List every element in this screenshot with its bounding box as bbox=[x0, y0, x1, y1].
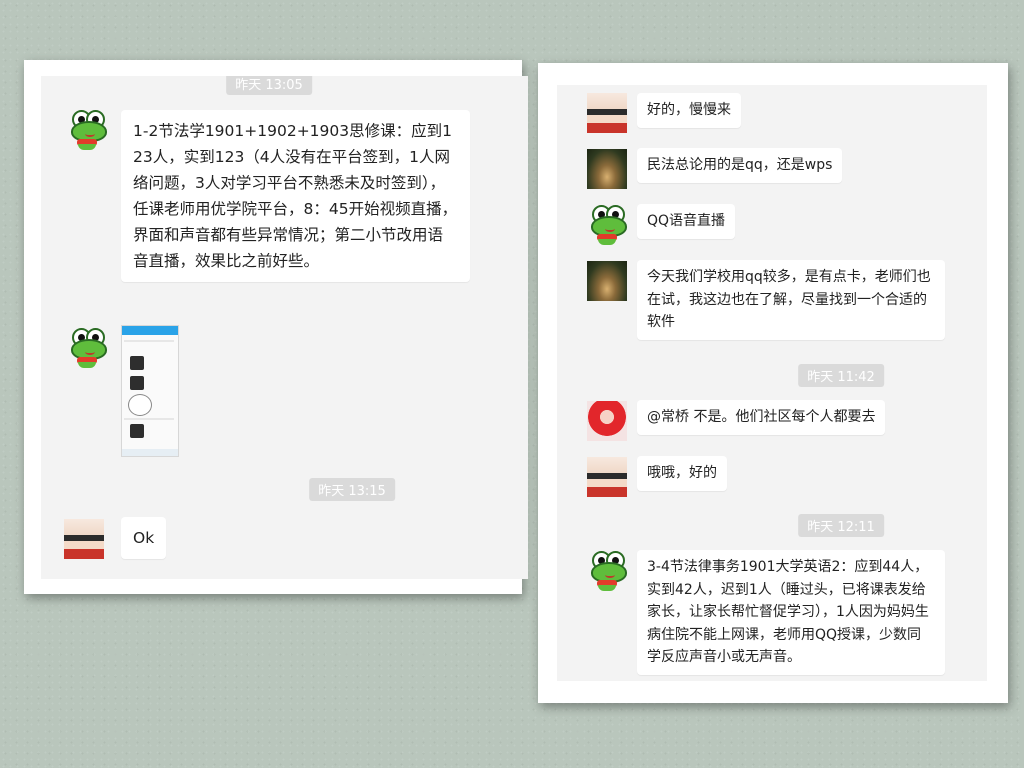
user-avatar[interactable] bbox=[64, 519, 104, 559]
frog-avatar[interactable] bbox=[587, 205, 627, 245]
chat-screenshot-right: 好的，慢慢来 民法总论用的是qq，还是wps QQ语音直播 今天我们学校用qq较… bbox=[538, 63, 1008, 703]
frog-avatar[interactable] bbox=[587, 551, 627, 591]
message-bubble: @常桥 不是。他们社区每个人都要去 bbox=[637, 400, 886, 435]
image-message-thumbnail[interactable] bbox=[121, 325, 179, 457]
message-bubble: 1-2节法学1901+1902+1903思修课：应到123人，实到123（4人没… bbox=[121, 110, 470, 282]
timestamp: 昨天 13:05 bbox=[226, 76, 312, 95]
timestamp: 昨天 11:42 bbox=[798, 364, 884, 387]
chat-panel-right: 好的，慢慢来 民法总论用的是qq，还是wps QQ语音直播 今天我们学校用qq较… bbox=[557, 85, 987, 681]
timestamp: 昨天 12:11 bbox=[798, 514, 884, 537]
user-avatar[interactable] bbox=[587, 149, 627, 189]
user-avatar[interactable] bbox=[587, 93, 627, 133]
message-bubble: 3-4节法律事务1901大学英语2：应到44人，实到42人，迟到1人（睡过头，已… bbox=[637, 550, 945, 675]
user-avatar[interactable] bbox=[587, 261, 627, 301]
user-avatar[interactable] bbox=[587, 457, 627, 497]
chat-screenshot-left: 昨天 13:05 1-2节法学1901+1902+1903思修课：应到123人，… bbox=[24, 60, 528, 594]
message-bubble: QQ语音直播 bbox=[637, 204, 736, 239]
frog-avatar[interactable] bbox=[67, 110, 107, 150]
chat-panel-left: 昨天 13:05 1-2节法学1901+1902+1903思修课：应到123人，… bbox=[41, 76, 528, 579]
message-bubble: 民法总论用的是qq，还是wps bbox=[637, 148, 843, 183]
message-bubble: Ok bbox=[121, 517, 167, 559]
frog-avatar[interactable] bbox=[67, 328, 107, 368]
timestamp: 昨天 13:15 bbox=[309, 478, 395, 501]
user-avatar[interactable] bbox=[587, 401, 627, 441]
message-bubble: 哦哦，好的 bbox=[637, 456, 727, 491]
message-bubble: 今天我们学校用qq较多，是有点卡，老师们也在试，我这边也在了解，尽量找到一个合适… bbox=[637, 260, 945, 340]
message-bubble: 好的，慢慢来 bbox=[637, 93, 741, 128]
